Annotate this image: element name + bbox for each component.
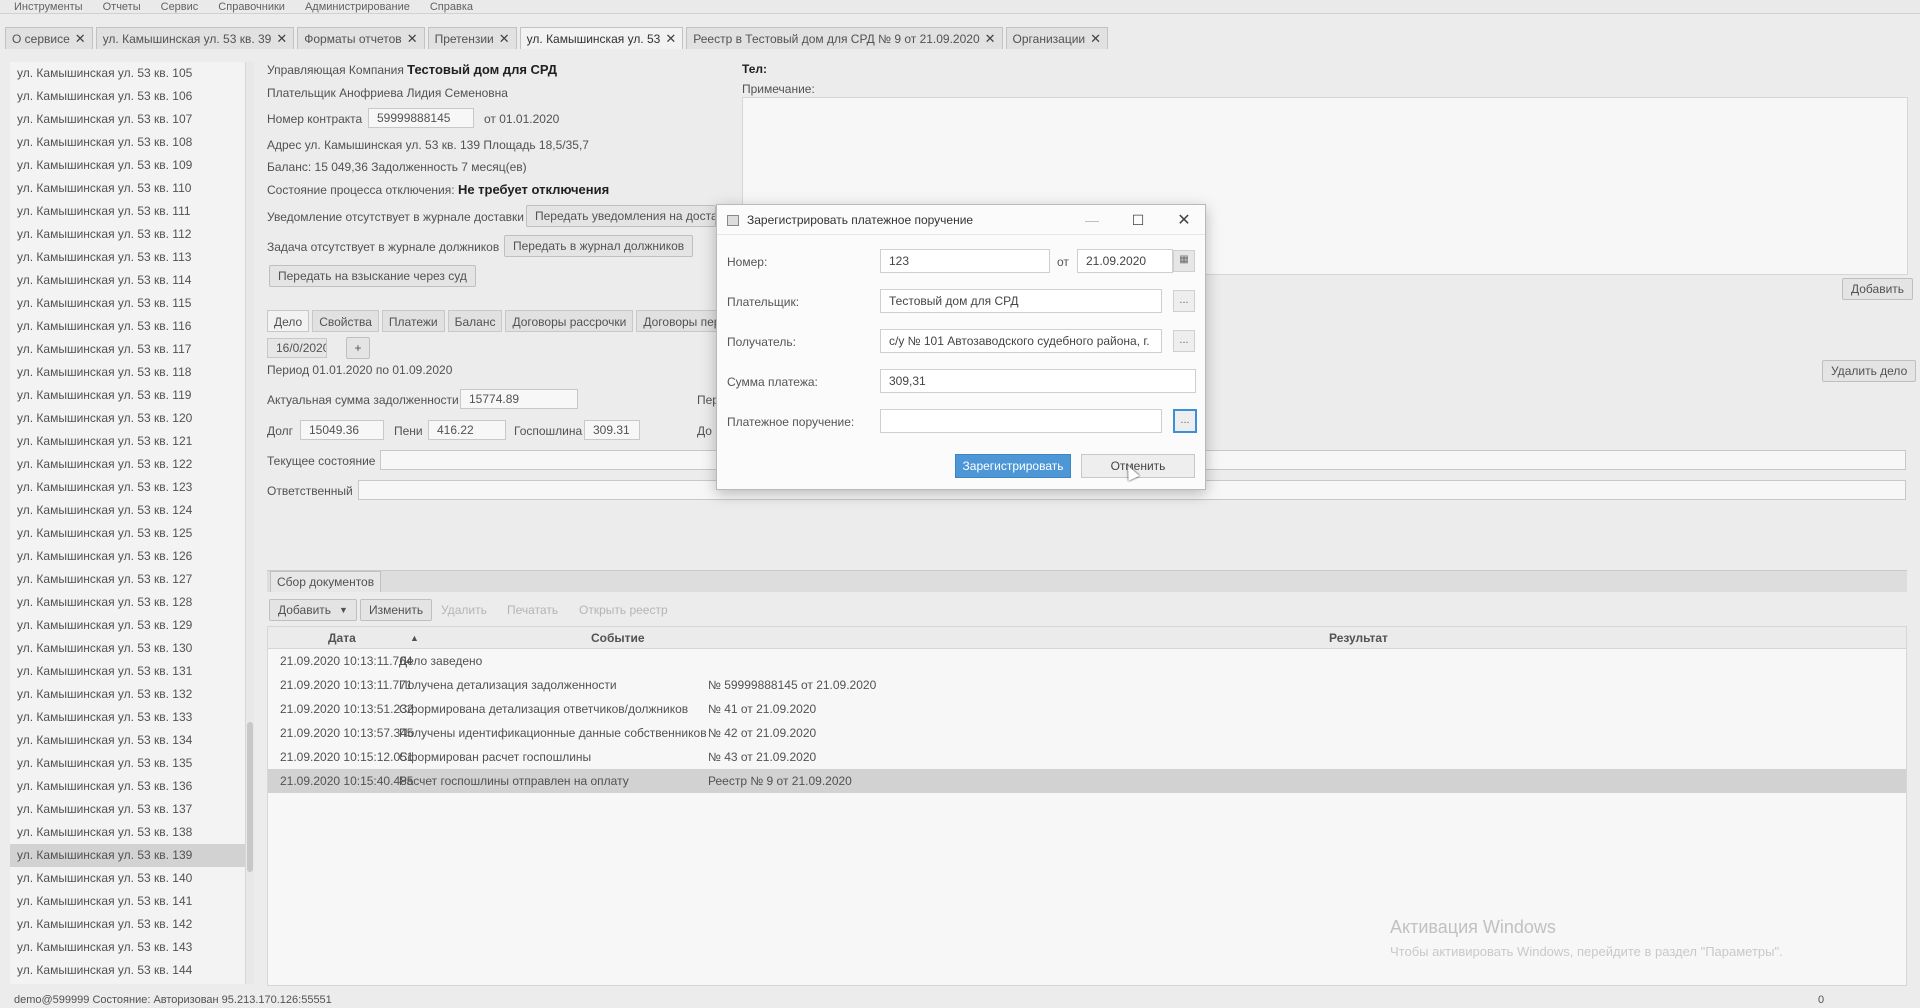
number-label: Номер: [727, 255, 768, 269]
close-icon[interactable]: ✕ [1169, 209, 1199, 231]
maximize-icon[interactable]: ☐ [1123, 209, 1153, 231]
recipient-input[interactable]: с/у № 101 Автозаводского судебного район… [880, 329, 1162, 353]
calendar-icon[interactable]: ▦ [1173, 250, 1195, 272]
payer-picker-button[interactable]: ... [1173, 290, 1195, 312]
minimize-icon[interactable]: — [1077, 209, 1107, 231]
dialog-title: Зарегистрировать платежное поручение [747, 213, 974, 227]
recipient-label: Получатель: [727, 335, 796, 349]
amount-input[interactable]: 309,31 [880, 369, 1196, 393]
register-button[interactable]: Зарегистрировать [955, 454, 1071, 478]
payment-order-input[interactable] [880, 409, 1162, 433]
payment-order-picker-button[interactable]: ... [1173, 409, 1197, 433]
modal-overlay [0, 0, 1920, 1008]
payer-label: Плательщик: [727, 295, 800, 309]
register-payment-dialog: Зарегистрировать платежное поручение — ☐… [716, 204, 1206, 490]
amount-label: Сумма платежа: [727, 375, 818, 389]
recipient-picker-button[interactable]: ... [1173, 330, 1195, 352]
number-input[interactable]: 123 [880, 249, 1050, 273]
date-prefix: от [1057, 255, 1069, 269]
date-input[interactable]: 21.09.2020 [1077, 249, 1173, 273]
payer-input[interactable]: Тестовый дом для СРД [880, 289, 1162, 313]
payment-order-label: Платежное поручение: [727, 415, 855, 429]
app-window-icon [727, 215, 739, 226]
dialog-titlebar[interactable]: Зарегистрировать платежное поручение — ☐… [717, 205, 1205, 235]
